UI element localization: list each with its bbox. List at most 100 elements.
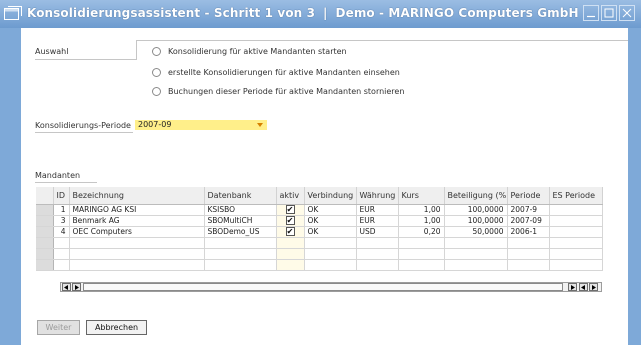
scroll-page-right-button[interactable] — [568, 283, 577, 291]
horizontal-scrollbar[interactable] — [60, 282, 602, 292]
aktiv-checkbox[interactable]: ✔ — [285, 205, 295, 214]
arrow-right-icon — [571, 284, 575, 290]
cell-id: 4 — [53, 226, 70, 238]
column-header-periode[interactable]: Periode — [507, 187, 550, 205]
maximize-button[interactable] — [601, 5, 617, 21]
aktiv-checkbox[interactable]: ✔ — [285, 227, 295, 236]
cell-datenbank[interactable]: SBOMultiCH — [204, 215, 277, 227]
radio-view-consolidations[interactable]: erstellte Konsolidierungen für aktive Ma… — [152, 68, 400, 77]
close-button[interactable] — [619, 5, 635, 21]
table-row[interactable]: 1 MARINGO AG KSI KSISBO ✔ OK EUR 1,00 10… — [36, 204, 603, 216]
cell-bezeichnung[interactable]: OEC Computers — [69, 226, 205, 238]
arrow-left-icon — [581, 284, 585, 290]
column-header-id[interactable]: ID — [53, 187, 70, 205]
cancel-button[interactable]: Abbrechen — [86, 320, 147, 335]
title-separator: | — [323, 6, 328, 20]
minimize-button[interactable] — [583, 5, 599, 21]
period-underline — [35, 132, 133, 133]
column-header-kurs[interactable]: Kurs — [398, 187, 445, 205]
cell-datenbank[interactable]: KSISBO — [204, 204, 277, 216]
row-selector[interactable] — [36, 248, 54, 260]
row-selector[interactable] — [36, 204, 54, 216]
aktiv-checkbox[interactable]: ✔ — [285, 216, 295, 225]
cell-aktiv[interactable]: ✔ — [276, 226, 305, 238]
radio-label: Buchungen dieser Periode für aktive Mand… — [168, 87, 405, 96]
scroll-thumb[interactable] — [83, 283, 563, 291]
cell-es-periode[interactable] — [549, 204, 603, 216]
cell-verbindung: OK — [304, 204, 357, 216]
cell-aktiv[interactable]: ✔ — [276, 204, 305, 216]
scroll-end-right-button[interactable] — [589, 283, 598, 291]
radio-label: Konsolidierung für aktive Mandanten star… — [168, 47, 347, 56]
row-selector[interactable] — [36, 259, 54, 271]
window-icon — [4, 6, 22, 20]
close-icon — [622, 8, 632, 18]
cell-kurs[interactable]: 1,00 — [398, 204, 445, 216]
arrow-right-icon — [592, 284, 596, 290]
auswahl-underline — [35, 59, 136, 60]
cell-kurs[interactable]: 1,00 — [398, 215, 445, 227]
table-row-empty[interactable] — [36, 259, 603, 271]
table-header-row: ID Bezeichnung Datenbank aktiv Verbindun… — [36, 187, 603, 205]
title-company: Demo - MARINGO Computers GmbH — [335, 6, 579, 20]
title-bar[interactable]: Konsolidierungsassistent - Schritt 1 von… — [0, 0, 641, 28]
title-main: Konsolidierungsassistent - Schritt 1 von… — [27, 6, 316, 20]
radio-button[interactable] — [152, 68, 161, 77]
cell-beteiligung[interactable]: 100,0000 — [444, 215, 508, 227]
row-selector[interactable] — [36, 237, 54, 249]
row-selector[interactable] — [36, 226, 54, 238]
scroll-right-button[interactable] — [72, 283, 81, 291]
auswahl-frame-top — [136, 40, 628, 41]
row-selector[interactable] — [36, 215, 54, 227]
cell-beteiligung[interactable]: 50,0000 — [444, 226, 508, 238]
table-row[interactable]: 4 OEC Computers SBODemo_US ✔ OK USD 0,20… — [36, 226, 603, 238]
column-header-rowselector — [36, 187, 54, 205]
cell-bezeichnung[interactable]: MARINGO AG KSI — [69, 204, 205, 216]
cell-kurs[interactable]: 0,20 — [398, 226, 445, 238]
maximize-icon — [604, 8, 614, 18]
column-header-bezeichnung[interactable]: Bezeichnung — [69, 187, 205, 205]
radio-start-consolidation[interactable]: Konsolidierung für aktive Mandanten star… — [152, 47, 347, 56]
wizard-window: Konsolidierungsassistent - Schritt 1 von… — [0, 0, 641, 345]
mandanten-underline — [35, 182, 97, 183]
scroll-left-button[interactable] — [62, 283, 71, 291]
table-row-empty[interactable] — [36, 237, 603, 249]
cell-waehrung[interactable]: EUR — [356, 215, 399, 227]
radio-button[interactable] — [152, 87, 161, 96]
radio-cancel-postings[interactable]: Buchungen dieser Periode für aktive Mand… — [152, 87, 404, 96]
cell-es-periode[interactable] — [549, 215, 603, 227]
auswahl-label: Auswahl — [35, 47, 69, 56]
cell-beteiligung[interactable]: 100,0000 — [444, 204, 508, 216]
column-header-beteiligung[interactable]: Beteiligung (%) — [444, 187, 508, 205]
period-value: 2007-09 — [138, 120, 172, 129]
next-button[interactable]: Weiter — [37, 320, 80, 335]
mandanten-table: ID Bezeichnung Datenbank aktiv Verbindun… — [36, 187, 603, 271]
cell-waehrung[interactable]: USD — [356, 226, 399, 238]
period-label: Konsolidierungs-Periode — [35, 121, 131, 130]
radio-button[interactable] — [152, 47, 161, 56]
table-row-empty[interactable] — [36, 248, 603, 260]
scroll-end-left-button[interactable] — [579, 283, 588, 291]
column-header-aktiv[interactable]: aktiv — [276, 187, 305, 205]
arrow-right-icon — [75, 284, 79, 290]
cell-datenbank[interactable]: SBODemo_US — [204, 226, 277, 238]
column-header-es-periode[interactable]: ES Periode — [549, 187, 603, 205]
minimize-icon — [587, 15, 595, 18]
window-title: Konsolidierungsassistent - Schritt 1 von… — [27, 6, 579, 20]
cell-verbindung: OK — [304, 215, 357, 227]
column-header-waehrung[interactable]: Währung — [356, 187, 399, 205]
auswahl-frame-divider — [136, 40, 137, 60]
cell-aktiv[interactable]: ✔ — [276, 215, 305, 227]
cell-es-periode[interactable] — [549, 226, 603, 238]
cell-periode[interactable]: 2007-9 — [507, 204, 550, 216]
cell-periode[interactable]: 2006-1 — [507, 226, 550, 238]
column-header-verbindung[interactable]: Verbindung — [304, 187, 357, 205]
cell-id: 1 — [53, 204, 70, 216]
chevron-down-icon[interactable] — [257, 123, 263, 127]
table-row[interactable]: 3 Benmark AG SBOMultiCH ✔ OK EUR 1,00 10… — [36, 215, 603, 227]
cell-bezeichnung[interactable]: Benmark AG — [69, 215, 205, 227]
cell-waehrung[interactable]: EUR — [356, 204, 399, 216]
cell-periode[interactable]: 2007-09 — [507, 215, 550, 227]
column-header-datenbank[interactable]: Datenbank — [204, 187, 277, 205]
period-dropdown[interactable]: 2007-09 — [135, 120, 267, 130]
